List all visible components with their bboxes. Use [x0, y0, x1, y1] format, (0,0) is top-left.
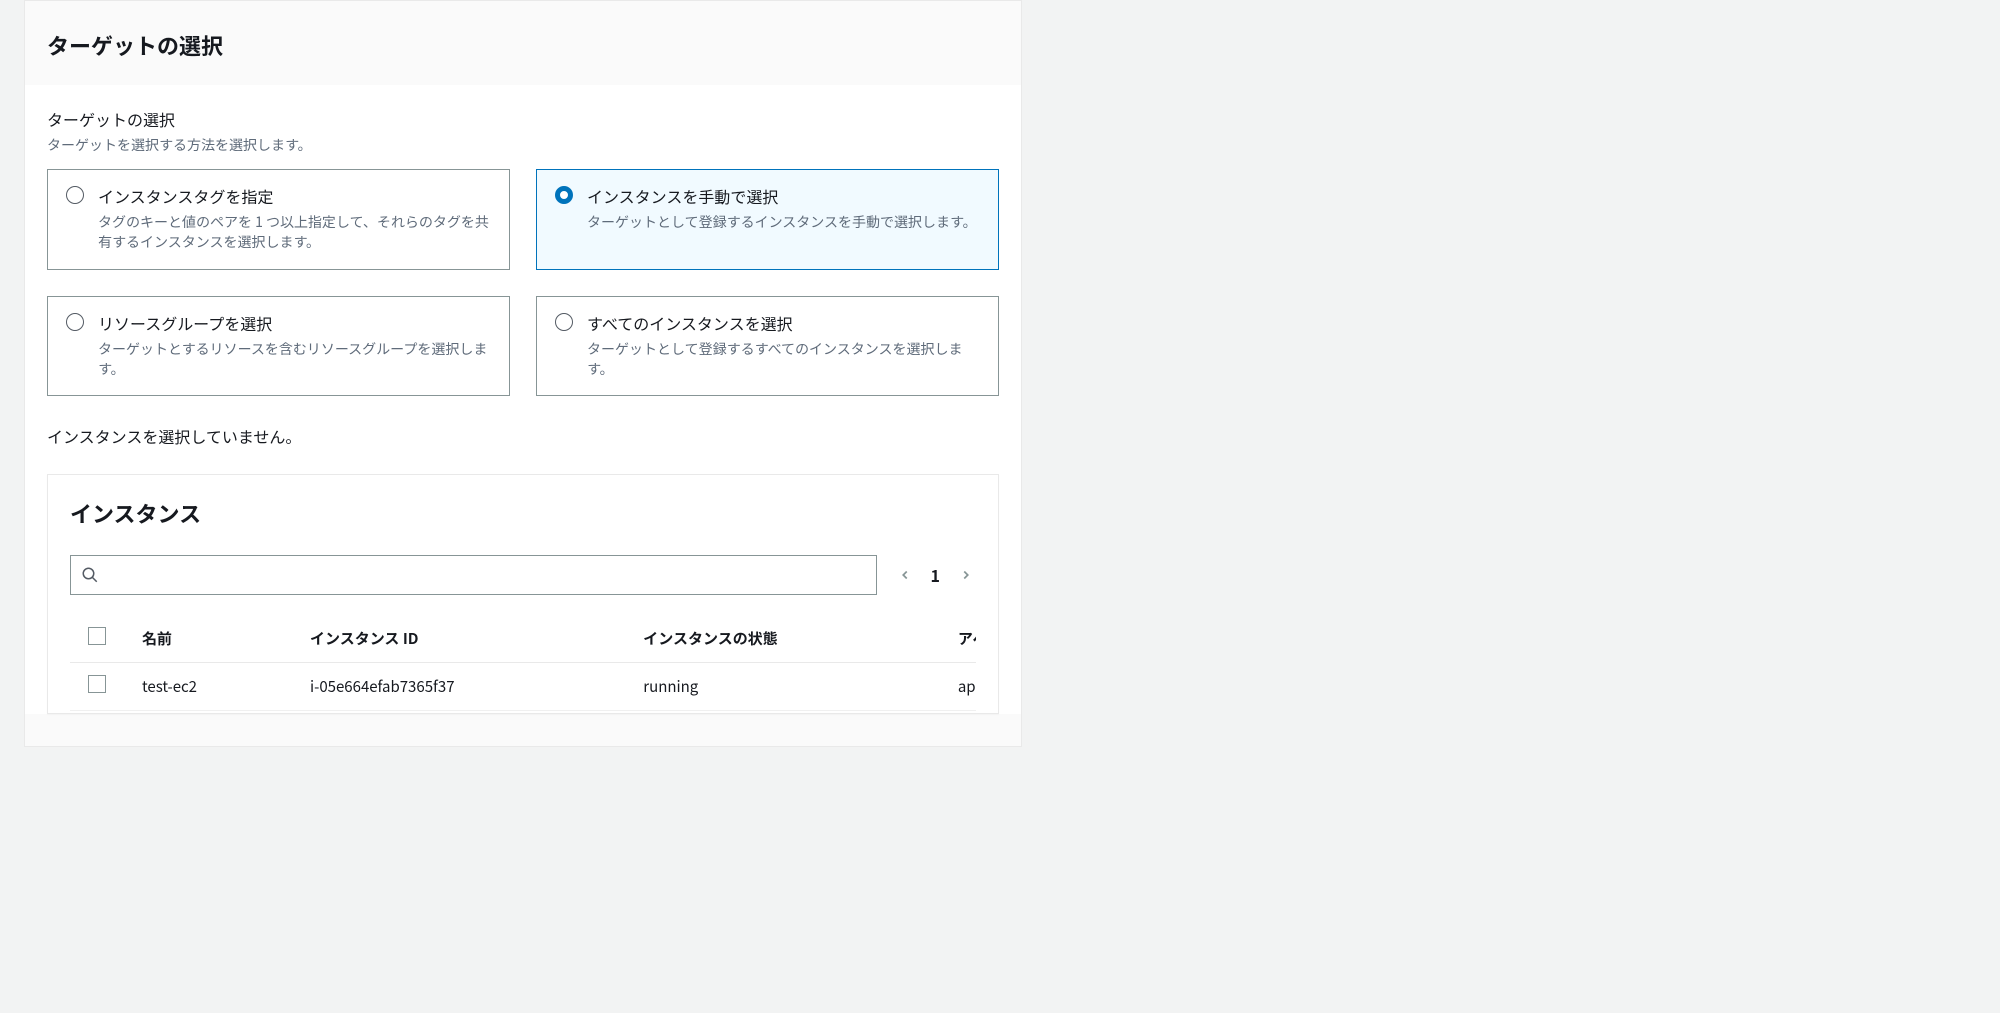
cell-instance-id: i-05e664efab7365f37	[292, 663, 625, 711]
panel-header: ターゲットの選択	[25, 1, 1021, 85]
radio-icon	[66, 186, 84, 204]
no-instance-selected-message: インスタンスを選択していません。	[47, 424, 999, 448]
panel-title: ターゲットの選択	[47, 29, 999, 61]
chevron-right-icon	[959, 568, 973, 582]
instances-title: インスタンス	[70, 497, 976, 529]
option-desc: ターゲットとして登録するすべてのインスタンスを選択します。	[587, 339, 980, 380]
option-title: インスタンスタグを指定	[98, 184, 491, 208]
target-options-grid: インスタンスタグを指定 タグのキーと値のペアを 1 つ以上指定して、それらのタグ…	[47, 169, 999, 396]
col-az[interactable]: アベイラビリティーゾーン	[940, 615, 976, 663]
instances-table: 名前 インスタンス ID インスタンスの状態 アベイラビリティーゾーン P	[70, 615, 976, 711]
option-specify-instance-tags[interactable]: インスタンスタグを指定 タグのキーと値のペアを 1 つ以上指定して、それらのタグ…	[47, 169, 510, 270]
col-state[interactable]: インスタンスの状態	[625, 615, 940, 663]
option-choose-resource-group[interactable]: リソースグループを選択 ターゲットとするリソースを含むリソースグループを選択しま…	[47, 296, 510, 397]
instances-search-box[interactable]	[70, 555, 877, 595]
table-header-row: 名前 インスタンス ID インスタンスの状態 アベイラビリティーゾーン P	[70, 615, 976, 663]
col-name[interactable]: 名前	[124, 615, 292, 663]
pagination: 1	[895, 563, 976, 587]
option-desc: タグのキーと値のペアを 1 つ以上指定して、それらのタグを共有するインスタンスを…	[98, 212, 491, 253]
radio-icon	[555, 186, 573, 204]
option-title: すべてのインスタンスを選択	[587, 311, 980, 335]
instances-toolbar: 1	[70, 555, 976, 595]
radio-icon	[66, 313, 84, 331]
next-page-button[interactable]	[956, 565, 976, 585]
page-number: 1	[931, 563, 940, 587]
panel-body: ターゲットの選択 ターゲットを選択する方法を選択します。 インスタンスタグを指定…	[25, 85, 1021, 714]
chevron-left-icon	[898, 568, 912, 582]
cell-name: test-ec2	[124, 663, 292, 711]
search-icon	[81, 566, 99, 584]
option-title: リソースグループを選択	[98, 311, 491, 335]
option-choose-instances-manually[interactable]: インスタンスを手動で選択 ターゲットとして登録するインスタンスを手動で選択します…	[536, 169, 999, 270]
target-selection-panel: ターゲットの選択 ターゲットの選択 ターゲットを選択する方法を選択します。 イン…	[24, 0, 1022, 747]
radio-icon	[555, 313, 573, 331]
option-desc: ターゲットとするリソースを含むリソースグループを選択します。	[98, 339, 491, 380]
field-label: ターゲットの選択	[47, 107, 999, 131]
instances-table-scroll[interactable]: 名前 インスタンス ID インスタンスの状態 アベイラビリティーゾーン P	[70, 615, 976, 713]
option-desc: ターゲットとして登録するインスタンスを手動で選択します。	[587, 212, 980, 232]
table-row[interactable]: test-ec2 i-05e664efab7365f37 running ap-…	[70, 663, 976, 711]
option-title: インスタンスを手動で選択	[587, 184, 980, 208]
field-description: ターゲットを選択する方法を選択します。	[47, 135, 999, 155]
search-input[interactable]	[107, 566, 866, 584]
instances-panel: インスタンス 1	[47, 474, 999, 714]
select-all-header	[70, 615, 124, 663]
select-all-checkbox[interactable]	[88, 627, 106, 645]
cell-az: ap-northeast-1c	[940, 663, 976, 711]
option-choose-all-instances[interactable]: すべてのインスタンスを選択 ターゲットとして登録するすべてのインスタンスを選択し…	[536, 296, 999, 397]
prev-page-button[interactable]	[895, 565, 915, 585]
row-checkbox[interactable]	[88, 675, 106, 693]
cell-state: running	[625, 663, 940, 711]
col-instance-id[interactable]: インスタンス ID	[292, 615, 625, 663]
